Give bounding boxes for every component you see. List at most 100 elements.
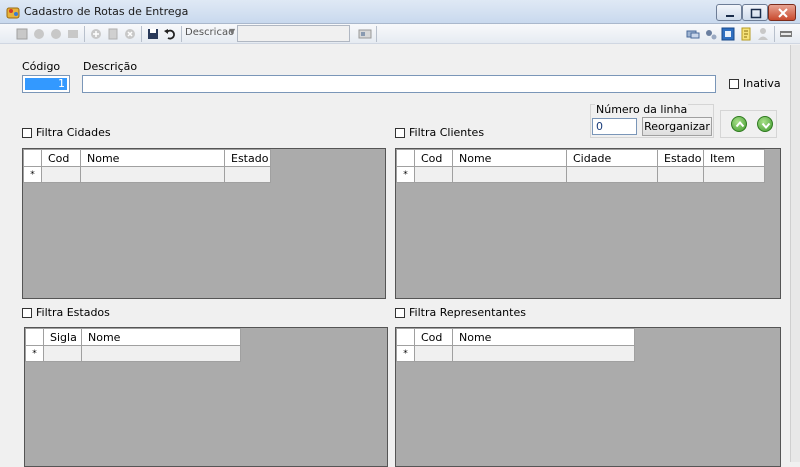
toolbar-separator — [774, 26, 775, 42]
cell-cidade[interactable] — [566, 166, 658, 183]
cell-nome[interactable] — [452, 166, 567, 183]
refresh-icon[interactable] — [720, 26, 736, 42]
toolbar-separator — [376, 26, 377, 42]
new-row-marker: * — [25, 345, 44, 362]
table-row[interactable]: * — [25, 345, 241, 362]
reorganizar-button[interactable]: Reorganizar — [642, 117, 712, 136]
save-icon[interactable] — [145, 26, 161, 42]
filtra-estados-checkbox[interactable] — [22, 308, 32, 318]
vertical-scrollbar[interactable] — [790, 45, 800, 462]
cidades-header-row: Cod Nome Estado — [23, 149, 271, 167]
cidades-table: Cod Nome Estado * — [23, 149, 271, 183]
cell-nome[interactable] — [80, 166, 225, 183]
move-up-button[interactable] — [731, 116, 747, 132]
estados-table: Sigla Nome * — [25, 328, 241, 362]
numero-linha-value: 0 — [596, 120, 603, 133]
table-row[interactable]: * — [396, 166, 765, 183]
cell-cod[interactable] — [414, 166, 453, 183]
cidades-grid[interactable]: Cod Nome Estado * — [22, 148, 386, 299]
view-icon[interactable] — [357, 26, 373, 42]
representantes-table: Cod Nome * — [396, 328, 635, 362]
minimize-button[interactable] — [716, 4, 742, 21]
table-row[interactable]: * — [396, 345, 635, 362]
row-header-corner[interactable] — [25, 328, 44, 346]
col-header-nome[interactable]: Nome — [452, 149, 567, 167]
undo-icon[interactable] — [162, 26, 178, 42]
filtra-cidades-checkbox[interactable] — [22, 128, 32, 138]
user-icon[interactable] — [755, 26, 771, 42]
new-row-marker: * — [396, 345, 415, 362]
delete-icon[interactable] — [122, 26, 138, 42]
move-down-button[interactable] — [757, 116, 773, 132]
cell-sigla[interactable] — [43, 345, 82, 362]
col-header-cidade[interactable]: Cidade — [566, 149, 658, 167]
col-header-nome[interactable]: Nome — [80, 149, 225, 167]
add-icon[interactable] — [88, 26, 104, 42]
col-header-cod[interactable]: Cod — [414, 328, 453, 346]
descricao-input[interactable] — [82, 75, 716, 93]
next-icon[interactable] — [65, 26, 81, 42]
estados-header-row: Sigla Nome — [25, 328, 241, 346]
new-icon[interactable] — [14, 26, 30, 42]
search-input[interactable] — [237, 25, 350, 42]
row-header-corner[interactable] — [23, 149, 42, 167]
close-icon — [778, 8, 788, 18]
search-field-selector[interactable]: Descricao — [185, 27, 234, 38]
numero-linha-input[interactable]: 0 — [592, 118, 637, 135]
toolbar-separator — [181, 26, 182, 42]
window-title: Cadastro de Rotas de Entrega — [24, 5, 189, 18]
app-icon — [6, 5, 20, 19]
first-icon[interactable] — [31, 26, 47, 42]
close-button[interactable] — [768, 4, 796, 21]
filtra-clientes-checkbox[interactable] — [395, 128, 405, 138]
col-header-estado[interactable]: Estado — [657, 149, 704, 167]
minimize-icon — [726, 15, 734, 17]
config-icon[interactable] — [703, 26, 719, 42]
numero-linha-label: Número da linha — [595, 103, 689, 116]
col-header-estado[interactable]: Estado — [224, 149, 271, 167]
maximize-button[interactable] — [742, 4, 768, 21]
filtra-representantes-label: Filtra Representantes — [409, 306, 526, 319]
descricao-label: Descrição — [83, 60, 138, 73]
toolbar-separator — [141, 26, 142, 42]
col-header-cod[interactable]: Cod — [414, 149, 453, 167]
row-header-corner[interactable] — [396, 328, 415, 346]
col-header-nome[interactable]: Nome — [452, 328, 635, 346]
clientes-grid[interactable]: Cod Nome Cidade Estado Item * — [395, 148, 781, 299]
col-header-cod[interactable]: Cod — [41, 149, 81, 167]
col-header-nome[interactable]: Nome — [81, 328, 241, 346]
col-header-sigla[interactable]: Sigla — [43, 328, 82, 346]
toolbar-separator — [84, 26, 85, 42]
arrow-up-icon — [735, 120, 745, 128]
estados-grid[interactable]: Sigla Nome * — [24, 327, 388, 467]
cell-cod[interactable] — [414, 345, 453, 362]
filtra-estados-label: Filtra Estados — [36, 306, 110, 319]
report-icon[interactable] — [738, 26, 754, 42]
link-icon[interactable] — [685, 26, 701, 42]
cell-estado[interactable] — [224, 166, 271, 183]
new-row-marker: * — [396, 166, 415, 183]
filtra-cidades-label: Filtra Cidades — [36, 126, 111, 139]
codigo-input[interactable]: 1 — [22, 75, 70, 93]
prev-icon[interactable] — [48, 26, 64, 42]
edit-icon[interactable] — [105, 26, 121, 42]
chevron-down-icon[interactable]: ▼ — [229, 27, 235, 36]
clientes-header-row: Cod Nome Cidade Estado Item — [396, 149, 765, 167]
exit-icon[interactable] — [778, 26, 794, 42]
filtra-clientes-label: Filtra Clientes — [409, 126, 485, 139]
cell-nome[interactable] — [452, 345, 635, 362]
row-header-corner[interactable] — [396, 149, 415, 167]
table-row[interactable]: * — [23, 166, 271, 183]
arrow-down-icon — [761, 122, 771, 130]
cell-estado[interactable] — [657, 166, 704, 183]
cell-nome[interactable] — [81, 345, 241, 362]
representantes-grid[interactable]: Cod Nome * — [395, 327, 781, 467]
inativa-checkbox[interactable] — [729, 79, 739, 89]
new-row-marker: * — [23, 166, 42, 183]
col-header-item[interactable]: Item — [703, 149, 765, 167]
cell-item[interactable] — [703, 166, 765, 183]
filtra-representantes-checkbox[interactable] — [395, 308, 405, 318]
codigo-label: Código — [22, 60, 61, 73]
representantes-header-row: Cod Nome — [396, 328, 635, 346]
cell-cod[interactable] — [41, 166, 81, 183]
